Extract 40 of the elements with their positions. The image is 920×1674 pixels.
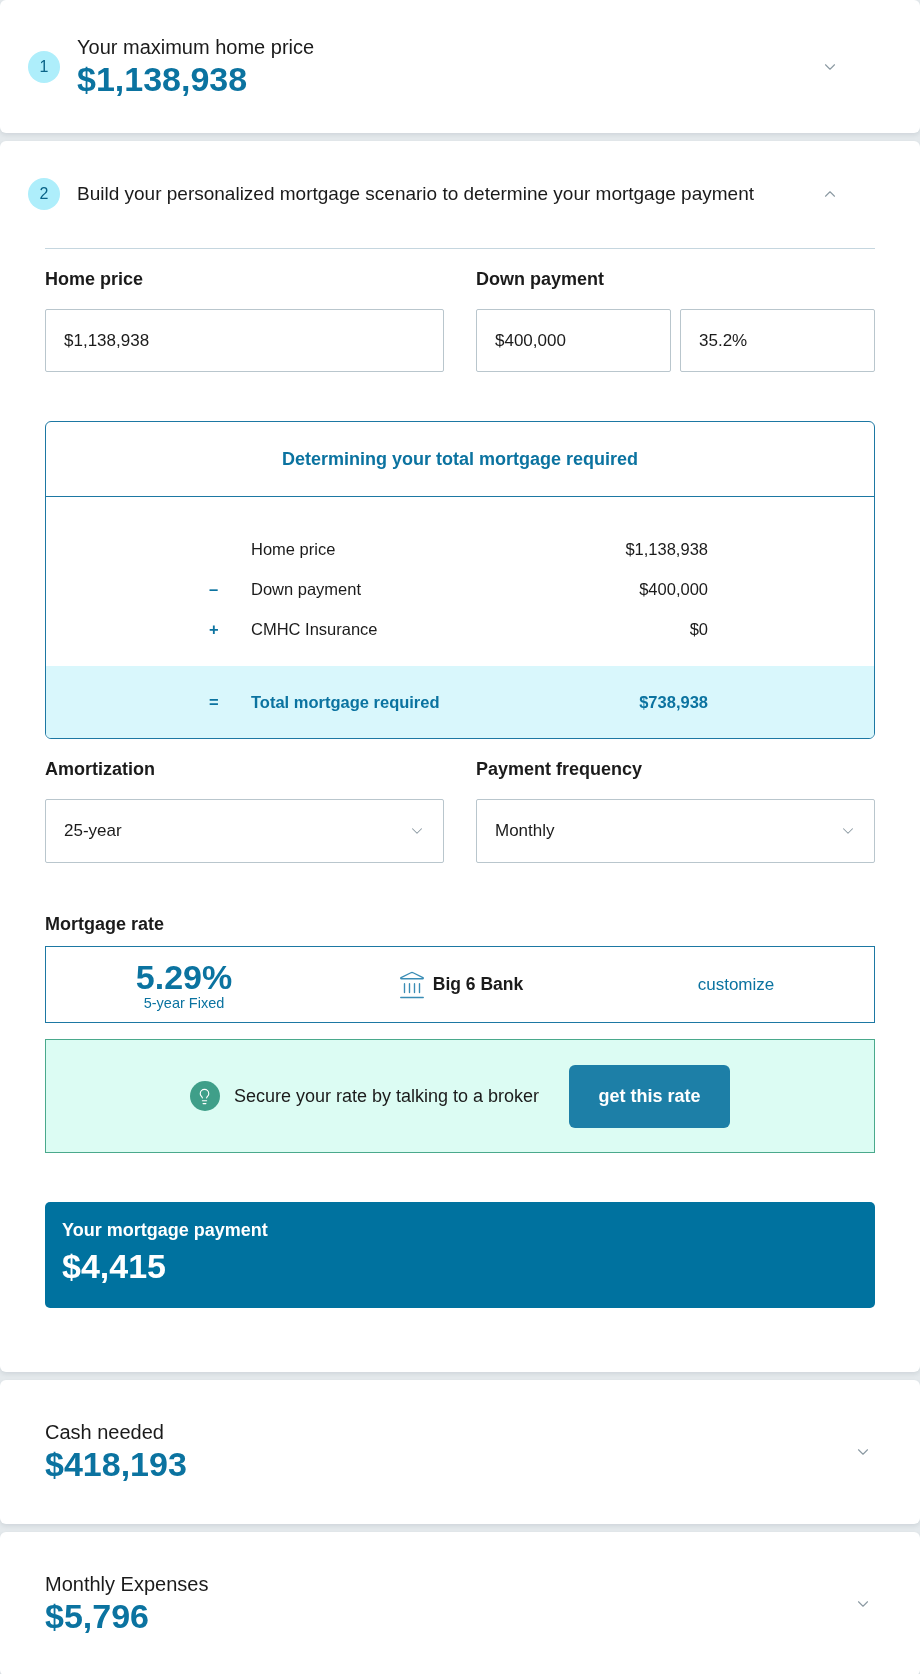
summary-value: $5,796 xyxy=(45,1596,149,1636)
section-label: Cash needed xyxy=(45,1420,164,1444)
lender-name: Big 6 Bank xyxy=(432,974,524,995)
field-label: Mortgage rate xyxy=(45,913,165,935)
payment-label: Your mortgage payment xyxy=(62,1219,268,1242)
step-number: 1 xyxy=(28,50,60,83)
total-label: Total mortgage required xyxy=(251,692,440,712)
operator-sign: – xyxy=(209,579,219,599)
max-price-value: $1,138,938 xyxy=(77,58,248,99)
customize-link[interactable]: customize xyxy=(697,974,775,995)
field-label: Amortization xyxy=(45,758,155,780)
section-title: Build your personalized mortgage scenario to determine your mortgage payment xyxy=(77,183,755,205)
down-payment-input[interactable]: $400,000 xyxy=(476,309,671,372)
field-label: Home price xyxy=(45,268,144,290)
section-label: Your maximum home price xyxy=(77,34,315,59)
down-payment-percent-input[interactable]: 35.2% xyxy=(680,309,875,372)
rate-term: 5-year Fixed xyxy=(143,994,225,1011)
get-rate-button[interactable]: get this rate xyxy=(569,1064,731,1128)
breakdown-value: $0 xyxy=(689,619,708,639)
dropdown-select[interactable]: Monthly xyxy=(476,799,875,863)
breakdown-value: $400,000 xyxy=(639,579,708,599)
field-label: Down payment xyxy=(476,268,604,290)
rate-value: 5.29% xyxy=(135,958,233,995)
field-label: Payment frequency xyxy=(476,758,643,780)
breakdown-label: Home price xyxy=(251,539,336,559)
total-value: $738,938 xyxy=(639,692,708,712)
breakdown-label: CMHC Insurance xyxy=(251,619,378,639)
operator-sign: + xyxy=(209,619,219,639)
step-number: 2 xyxy=(28,178,60,210)
operator-sign: = xyxy=(209,692,219,712)
dropdown-select[interactable]: 25-year xyxy=(45,799,444,863)
banner-text: Secure your rate by talking to a broker xyxy=(233,1085,540,1107)
summary-value: $418,193 xyxy=(45,1444,187,1484)
lightbulb-icon xyxy=(189,1081,220,1111)
breakdown-title: Determining your total mortgage required xyxy=(281,448,638,470)
payment-value: $4,415 xyxy=(62,1246,166,1286)
section-label: Monthly Expenses xyxy=(45,1572,209,1596)
home-price-input[interactable]: $1,138,938 xyxy=(45,309,444,372)
breakdown-label: Down payment xyxy=(251,579,362,599)
breakdown-value: $1,138,938 xyxy=(625,539,708,559)
